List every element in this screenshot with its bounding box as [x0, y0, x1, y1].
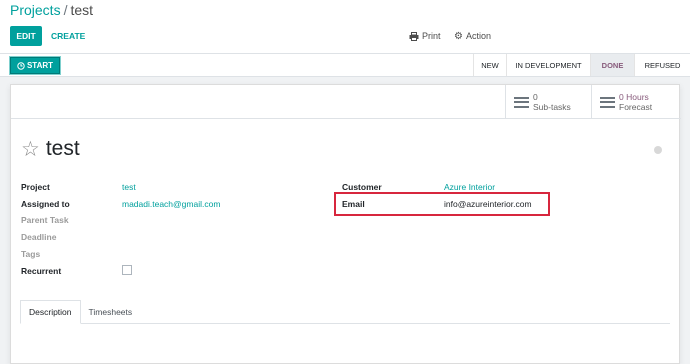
action-button[interactable]: ⚙ Action: [454, 26, 491, 46]
hours-unit: Hours: [626, 92, 649, 102]
assigned-label: Assigned to: [21, 199, 70, 209]
print-button[interactable]: Print: [409, 26, 441, 46]
notebook-tabs: Description Timesheets: [20, 300, 140, 324]
parent-task-label: Parent Task: [21, 215, 69, 225]
project-value[interactable]: test: [122, 182, 136, 192]
start-button[interactable]: START: [10, 57, 60, 74]
project-label: Project: [21, 182, 50, 192]
tasks-icon: [514, 96, 529, 108]
smart-button-box: 0 Sub-tasks 0 Hours Forecast: [11, 85, 681, 119]
start-label: START: [26, 61, 54, 70]
forecast-label: Forecast: [619, 102, 653, 112]
print-icon: [409, 31, 419, 41]
deadline-label: Deadline: [21, 232, 57, 242]
star-icon[interactable]: ☆: [21, 139, 40, 160]
subtasks-label: Sub-tasks: [533, 102, 571, 112]
forecast-button[interactable]: 0 Hours Forecast: [591, 85, 681, 119]
breadcrumb-separator: /: [63, 2, 68, 18]
customer-label: Customer: [342, 182, 382, 192]
create-button[interactable]: CREATE: [51, 26, 85, 46]
recurrent-checkbox[interactable]: [122, 265, 132, 275]
action-label: Action: [465, 31, 491, 41]
tasks-icon: [600, 96, 615, 108]
stage-in-development[interactable]: IN DEVELOPMENT: [506, 54, 590, 76]
stage-refused[interactable]: REFUSED: [634, 54, 690, 76]
clock-icon: [17, 61, 25, 70]
breadcrumb: Projects / test: [10, 2, 93, 18]
kanban-state-dot[interactable]: [654, 146, 662, 154]
subtasks-count: 0: [533, 92, 538, 102]
status-bar: START NEW IN DEVELOPMENT DONE REFUSED: [0, 53, 690, 77]
print-label: Print: [422, 31, 441, 41]
stage-new[interactable]: NEW: [473, 54, 506, 76]
breadcrumb-projects-link[interactable]: Projects: [10, 2, 61, 18]
recurrent-label: Recurrent: [21, 266, 62, 276]
customer-value[interactable]: Azure Interior: [444, 182, 495, 192]
stage-done[interactable]: DONE: [590, 54, 634, 76]
task-title: test: [45, 137, 80, 160]
gear-icon: ⚙: [454, 30, 463, 42]
email-label: Email: [342, 199, 365, 209]
tags-label: Tags: [21, 249, 41, 259]
tab-description[interactable]: Description: [20, 300, 81, 324]
email-value[interactable]: info@azureinterior.com: [444, 199, 532, 209]
assigned-value[interactable]: madadi.teach@gmail.com: [122, 199, 220, 209]
subtasks-button[interactable]: 0 Sub-tasks: [505, 85, 591, 119]
tab-timesheets[interactable]: Timesheets: [81, 300, 141, 324]
breadcrumb-current: test: [70, 2, 94, 18]
hours-count: 0: [619, 92, 624, 102]
edit-button[interactable]: EDIT: [10, 26, 42, 46]
